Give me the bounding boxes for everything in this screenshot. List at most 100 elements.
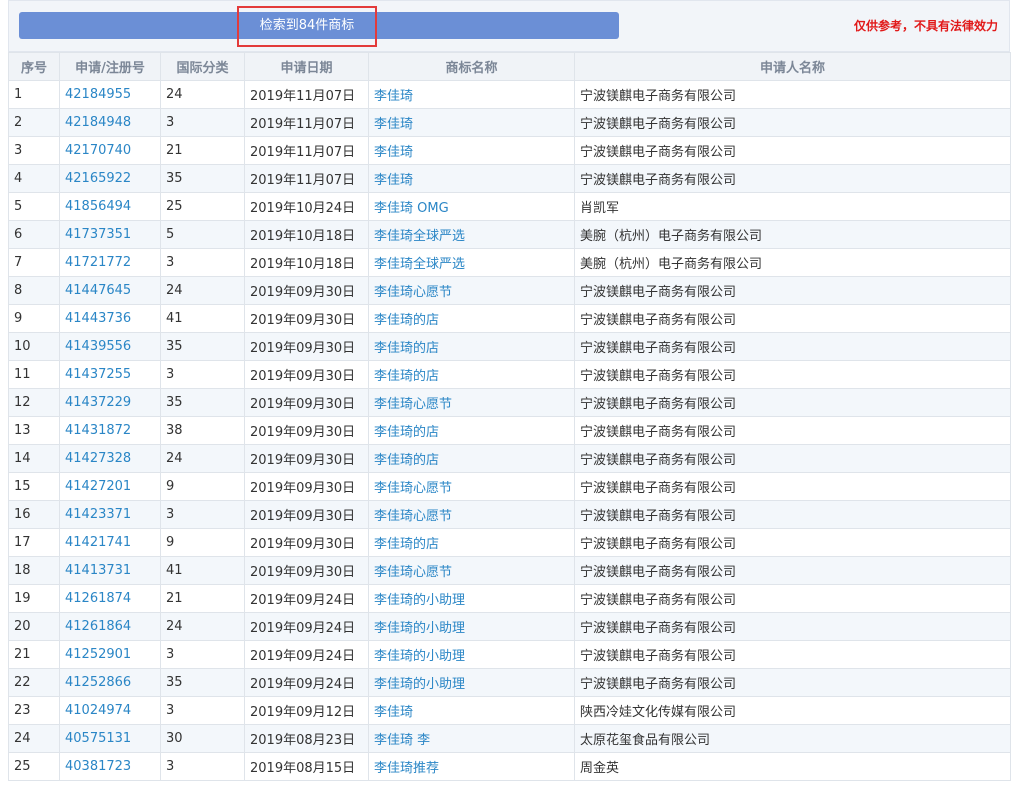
reg-number-link[interactable]: 41439556 — [65, 339, 131, 354]
table-cell: 41 — [160, 556, 245, 585]
reg-number-link[interactable]: 41856494 — [65, 199, 131, 214]
table-cell: 宁波镁麒电子商务有限公司 — [574, 668, 1011, 697]
reg-number-link[interactable]: 42170740 — [65, 143, 131, 158]
table-cell: 李佳琦全球严选 — [368, 220, 575, 249]
table-cell: 41437255 — [59, 360, 161, 389]
mark-name-link[interactable]: 李佳琦的店 — [374, 425, 439, 440]
reg-number-link[interactable]: 41437255 — [65, 367, 131, 382]
mark-name-link[interactable]: 李佳琦的店 — [374, 341, 439, 356]
applicant-cell: 太原花玺食品有限公司 — [580, 733, 711, 748]
reg-number-link[interactable]: 40381723 — [65, 759, 131, 774]
mark-name-link[interactable]: 李佳琦心愿节 — [374, 481, 452, 496]
mark-name-link[interactable]: 李佳琦 — [374, 173, 413, 188]
table-cell: 7 — [8, 248, 60, 277]
mark-name-link[interactable]: 李佳琦的小助理 — [374, 677, 465, 692]
date-cell: 2019年09月30日 — [250, 565, 356, 580]
reg-number-link[interactable]: 41437229 — [65, 395, 131, 410]
applicant-cell: 宁波镁麒电子商务有限公司 — [580, 649, 737, 664]
mark-name-link[interactable]: 李佳琦的小助理 — [374, 593, 465, 608]
row-index: 22 — [14, 675, 31, 690]
table-cell: 41261874 — [59, 584, 161, 613]
table-cell: 李佳琦心愿节 — [368, 500, 575, 529]
table-row: 4 42165922 35 2019年11月07日 李佳琦 宁波镁麒电子商务有限公司 — [8, 164, 1011, 193]
date-cell: 2019年09月24日 — [250, 649, 356, 664]
mark-name-link[interactable]: 李佳琦心愿节 — [374, 397, 452, 412]
mark-name-link[interactable]: 李佳琦的小助理 — [374, 649, 465, 664]
table-cell: 2019年09月30日 — [244, 528, 369, 557]
table-cell: 41443736 — [59, 304, 161, 333]
reg-number-link[interactable]: 41427201 — [65, 479, 131, 494]
mark-name-link[interactable]: 李佳琦 — [374, 145, 413, 160]
reg-number-link[interactable]: 42165922 — [65, 171, 131, 186]
table-cell: 宁波镁麒电子商务有限公司 — [574, 164, 1011, 193]
reg-number-link[interactable]: 41261864 — [65, 619, 131, 634]
reg-number-link[interactable]: 41261874 — [65, 591, 131, 606]
table-cell: 2019年09月30日 — [244, 388, 369, 417]
mark-name-link[interactable]: 李佳琦推荐 — [374, 761, 439, 776]
table-row: 22 41252866 35 2019年09月24日 李佳琦的小助理 宁波镁麒电子商务有限… — [8, 668, 1011, 697]
mark-name-link[interactable]: 李佳琦的店 — [374, 537, 439, 552]
table-row: 25 40381723 3 2019年08月15日 李佳琦推荐 周金英 — [8, 752, 1011, 781]
class-cell: 24 — [166, 619, 183, 634]
table-cell: 41737351 — [59, 220, 161, 249]
mark-name-link[interactable]: 李佳琦 — [374, 705, 413, 720]
mark-name-link[interactable]: 李佳琦 — [374, 89, 413, 104]
table-cell: 宁波镁麒电子商务有限公司 — [574, 276, 1011, 305]
table-row: 15 41427201 9 2019年09月30日 李佳琦心愿节 宁波镁麒电子商务有限公司 — [8, 472, 1011, 501]
table-cell: 41427328 — [59, 444, 161, 473]
table-cell: 41721772 — [59, 248, 161, 277]
reg-number-link[interactable]: 41721772 — [65, 255, 131, 270]
reg-number-link[interactable]: 41252866 — [65, 675, 131, 690]
reg-number-link[interactable]: 41413731 — [65, 563, 131, 578]
column-header-applicant: 申请人名称 — [574, 52, 1011, 81]
mark-name-link[interactable]: 李佳琦的小助理 — [374, 621, 465, 636]
mark-name-link[interactable]: 李佳琦心愿节 — [374, 509, 452, 524]
row-index: 6 — [14, 227, 23, 242]
reg-number-link[interactable]: 41431872 — [65, 423, 131, 438]
table-cell: 41439556 — [59, 332, 161, 361]
reg-number-link[interactable]: 41421741 — [65, 535, 131, 550]
table-header-row: 序号 申请/注册号 国际分类 申请日期 商标名称 申请人名称 — [8, 52, 1011, 81]
mark-name-link[interactable]: 李佳琦的店 — [374, 369, 439, 384]
date-cell: 2019年09月24日 — [250, 677, 356, 692]
table-cell: 24 — [160, 276, 245, 305]
table-cell: 李佳琦的小助理 — [368, 640, 575, 669]
reg-number-link[interactable]: 41252901 — [65, 647, 131, 662]
class-cell: 24 — [166, 87, 183, 102]
table-row: 19 41261874 21 2019年09月24日 李佳琦的小助理 宁波镁麒电子商务有限… — [8, 584, 1011, 613]
reg-number-link[interactable]: 40575131 — [65, 731, 131, 746]
column-header-mark-name: 商标名称 — [368, 52, 575, 81]
reg-number-link[interactable]: 41423371 — [65, 507, 131, 522]
mark-name-link[interactable]: 李佳琦 OMG — [374, 201, 449, 216]
mark-name-link[interactable]: 李佳琦全球严选 — [374, 257, 465, 272]
reg-number-link[interactable]: 42184948 — [65, 115, 131, 130]
table-cell: 李佳琦 — [368, 136, 575, 165]
table-cell: 30 — [160, 724, 245, 753]
table-cell: 3 — [160, 108, 245, 137]
table-cell: 3 — [160, 500, 245, 529]
mark-name-link[interactable]: 李佳琦心愿节 — [374, 565, 452, 580]
mark-name-link[interactable]: 李佳琦 — [374, 117, 413, 132]
table-row: 7 41721772 3 2019年10月18日 李佳琦全球严选 美腕（杭州）电子商务有限… — [8, 248, 1011, 277]
table-cell: 宁波镁麒电子商务有限公司 — [574, 332, 1011, 361]
reg-number-link[interactable]: 41427328 — [65, 451, 131, 466]
reg-number-link[interactable]: 41447645 — [65, 283, 131, 298]
date-cell: 2019年09月30日 — [250, 397, 356, 412]
reg-number-link[interactable]: 42184955 — [65, 87, 131, 102]
mark-name-link[interactable]: 李佳琦心愿节 — [374, 285, 452, 300]
mark-name-link[interactable]: 李佳琦的店 — [374, 453, 439, 468]
table-cell: 宁波镁麒电子商务有限公司 — [574, 472, 1011, 501]
mark-name-link[interactable]: 李佳琦全球严选 — [374, 229, 465, 244]
table-cell: 3 — [160, 640, 245, 669]
table-cell: 2019年09月24日 — [244, 640, 369, 669]
reg-number-link[interactable]: 41024974 — [65, 703, 131, 718]
date-cell: 2019年09月30日 — [250, 537, 356, 552]
table-cell: 9 — [160, 528, 245, 557]
reg-number-link[interactable]: 41737351 — [65, 227, 131, 242]
mark-name-link[interactable]: 李佳琦 李 — [374, 733, 430, 748]
table-cell: 2 — [8, 108, 60, 137]
table-row: 11 41437255 3 2019年09月30日 李佳琦的店 宁波镁麒电子商务有限公司 — [8, 360, 1011, 389]
mark-name-link[interactable]: 李佳琦的店 — [374, 313, 439, 328]
table-cell: 2019年11月07日 — [244, 108, 369, 137]
reg-number-link[interactable]: 41443736 — [65, 311, 131, 326]
